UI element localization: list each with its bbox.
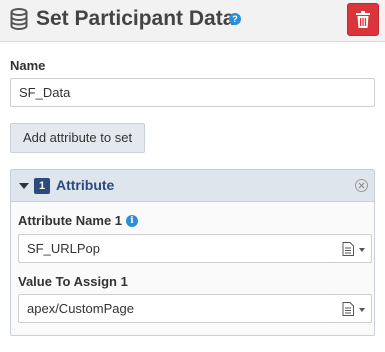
info-icon[interactable]: i bbox=[126, 215, 138, 227]
page-title: Set Participant Data bbox=[36, 7, 235, 30]
value-to-assign-input[interactable]: apex/CustomPage bbox=[18, 294, 337, 323]
attribute-panel: 1 Attribute Attribute Name 1 i SF_URLPop… bbox=[10, 169, 375, 336]
trash-icon bbox=[356, 11, 370, 28]
attribute-name-label: Attribute Name 1 bbox=[18, 213, 123, 228]
document-icon bbox=[342, 242, 354, 256]
add-attribute-button[interactable]: Add attribute to set bbox=[10, 123, 145, 153]
dropdown-caret-icon bbox=[359, 308, 365, 312]
attribute-count-badge: 1 bbox=[34, 178, 50, 194]
database-icon bbox=[10, 8, 28, 30]
delete-button[interactable] bbox=[347, 3, 379, 36]
attribute-panel-header[interactable]: 1 Attribute bbox=[11, 170, 374, 202]
name-label: Name bbox=[10, 58, 46, 73]
attribute-name-input[interactable]: SF_URLPop bbox=[18, 234, 337, 263]
remove-attribute-icon[interactable] bbox=[355, 179, 368, 192]
name-input[interactable]: SF_Data bbox=[10, 78, 375, 107]
attribute-panel-title: Attribute bbox=[56, 177, 115, 193]
value-to-assign-label: Value To Assign 1 bbox=[18, 274, 128, 289]
help-icon[interactable]: ? bbox=[229, 13, 241, 25]
dropdown-caret-icon bbox=[359, 248, 365, 252]
value-to-assign-variable-button[interactable] bbox=[336, 294, 372, 323]
collapse-caret-icon[interactable] bbox=[19, 183, 29, 189]
document-icon bbox=[342, 302, 354, 316]
header-bar: Set Participant Data ? bbox=[0, 0, 385, 42]
attribute-name-variable-button[interactable] bbox=[336, 234, 372, 263]
